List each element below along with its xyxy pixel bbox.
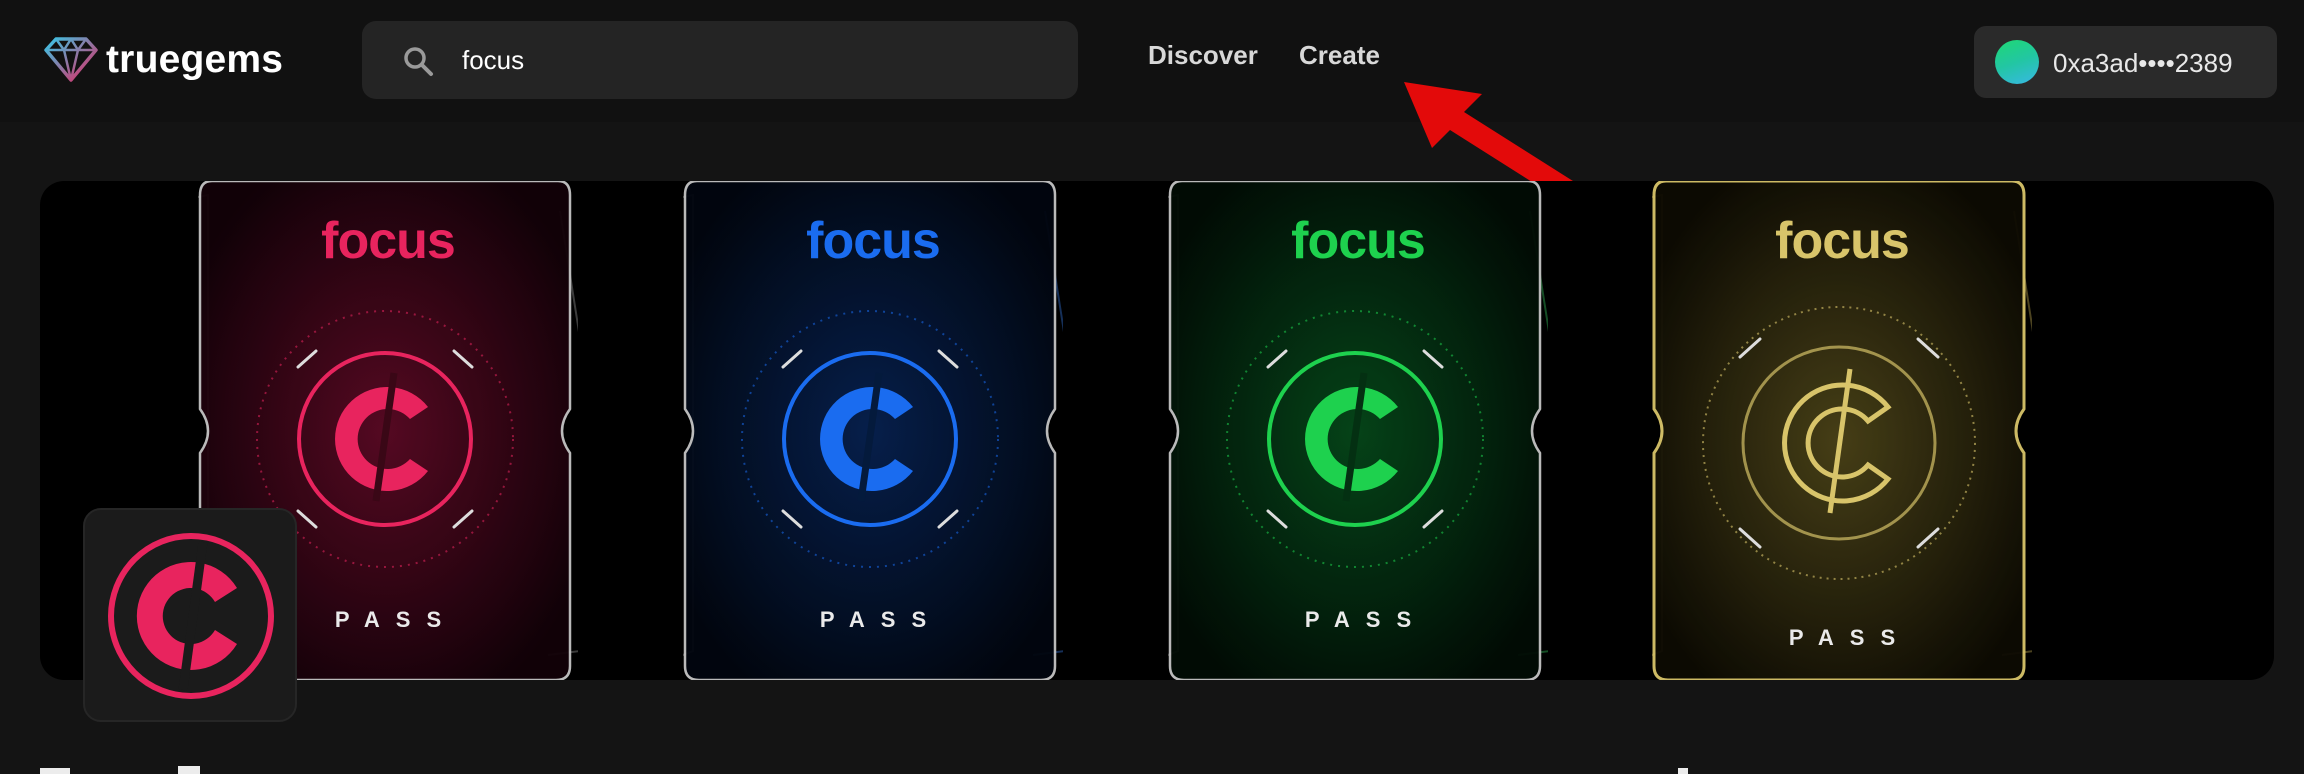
pass-card-label: PASS [819,607,943,632]
cropped-heading-fragment [178,766,200,774]
wallet-button[interactable]: 0xa3ad••••2389 [1974,26,2277,98]
pass-card-brand: focus [806,212,941,270]
pass-card-brand: focus [321,212,456,270]
collection-avatar[interactable] [83,508,297,722]
search-icon [404,47,433,76]
pass-card-label: PASS [1304,607,1428,632]
pass-card-brand: focus [1291,212,1426,270]
brand-logo[interactable]: truegems [42,34,283,84]
wallet-address: 0xa3ad••••2389 [2053,48,2233,78]
cropped-heading-fragment [40,768,70,774]
search-input[interactable] [462,21,1042,99]
nav-discover-link[interactable]: Discover [1148,42,1258,68]
top-navbar: truegems Discover Create 0xa3ad••••2389 [0,0,2304,122]
pass-card-brand: focus [1775,212,1910,270]
pass-card-gold: focus PASS [1652,181,2032,680]
brand-name: truegems [106,37,284,81]
diamond-logo-icon [44,37,98,82]
collection-banner: focus PASS focus PASS focus PASS focus P… [40,181,2274,680]
search-bar[interactable] [362,21,1078,99]
pass-card-blue: focus PASS [683,181,1063,680]
pass-card-label: PASS [1788,625,1912,650]
cropped-heading-fragment [1678,768,1688,774]
focus-c-logo-icon [108,533,274,699]
avatar [1995,40,2039,84]
nav-create-link[interactable]: Create [1299,42,1380,68]
pass-card-green: focus PASS [1168,181,1548,680]
